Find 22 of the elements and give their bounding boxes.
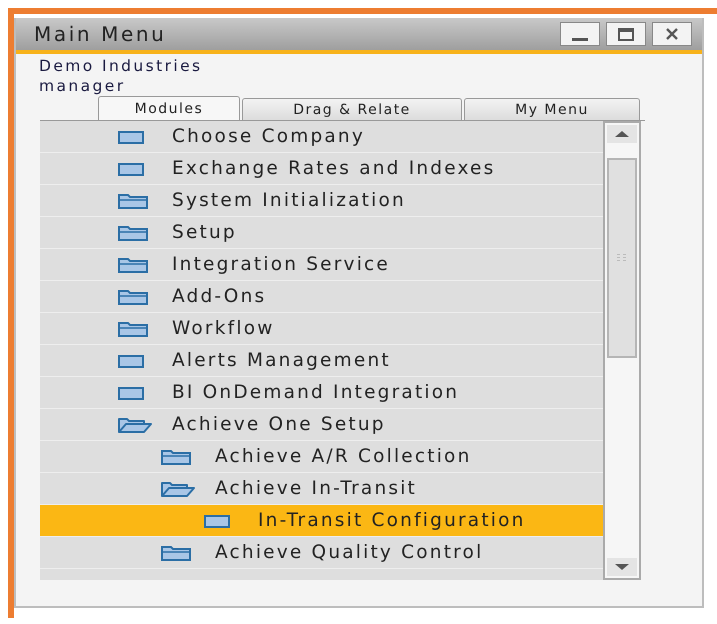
window-icon <box>118 130 144 144</box>
minimize-icon <box>572 38 588 40</box>
scrollbar[interactable] <box>603 121 641 580</box>
close-button[interactable] <box>652 22 692 46</box>
maximize-button[interactable] <box>606 22 646 46</box>
tab[interactable]: Modules <box>98 96 240 120</box>
grip-icon <box>617 253 627 263</box>
window-icon <box>204 514 230 528</box>
window-icon <box>118 354 144 368</box>
minimize-button[interactable] <box>560 22 600 46</box>
maximize-icon <box>615 27 637 41</box>
window-icon <box>118 162 144 176</box>
window-icon <box>118 386 144 400</box>
tab[interactable]: My Menu <box>464 98 640 120</box>
scroll-thumb[interactable] <box>607 158 637 358</box>
window-title: Main Menu <box>34 22 166 46</box>
scroll-up-icon[interactable] <box>607 125 637 143</box>
company-name: Demo Industries <box>39 56 204 76</box>
menu-item[interactable]: In-Transit Configuration <box>40 505 603 537</box>
tab[interactable]: Drag & Relate <box>242 98 462 120</box>
user-name: manager <box>39 76 126 96</box>
scroll-down-icon[interactable] <box>607 558 637 576</box>
